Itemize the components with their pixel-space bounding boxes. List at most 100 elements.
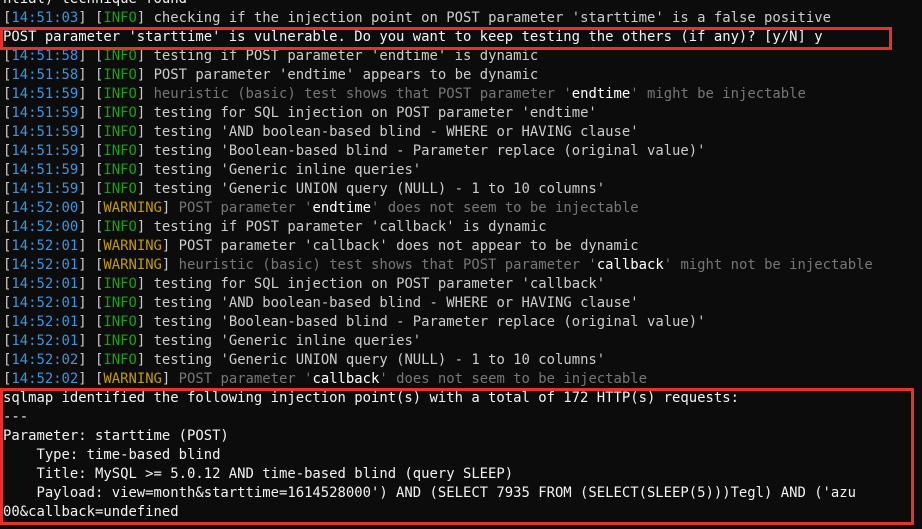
log-message-param: callback [596, 257, 664, 273]
terminal-line: [14:52:00] [WARNING] POST parameter 'end… [3, 200, 639, 216]
log-timestamp: 14:51:59 [11, 181, 79, 197]
log-level: WARNING [103, 200, 162, 216]
log-message-part: POST parameter ' [178, 371, 313, 387]
log-message-param: callback [312, 371, 380, 387]
terminal-line: Parameter: starttime (POST) [3, 427, 922, 446]
log-level: INFO [103, 10, 137, 26]
log-message-part: ' does not seem to be injectable [379, 371, 647, 387]
terminal-line: [14:52:02] [INFO] testing 'Generic UNION… [3, 352, 606, 368]
output-text: --- [3, 409, 29, 425]
log-message-param: endtime [571, 86, 631, 102]
log-message: testing 'Generic UNION query (NULL) - 1 … [153, 352, 606, 368]
terminal-line: Payload: view=month&starttime=1614528000… [3, 484, 922, 503]
terminal-line: [14:51:58] [INFO] POST parameter 'endtim… [3, 67, 539, 83]
log-level: INFO [103, 295, 137, 311]
log-message: testing if POST parameter 'callback' is … [153, 219, 547, 235]
output-text: POST parameter 'starttime' is vulnerable… [3, 29, 823, 45]
terminal-line: [14:52:01] [WARNING] POST parameter 'cal… [3, 238, 639, 254]
output-text: Payload: view=month&starttime=1614528000… [3, 485, 857, 501]
log-message-part: ' might be injectable [630, 86, 806, 102]
terminal-line: sqlmap identified the following injectio… [3, 389, 922, 408]
terminal-line: [14:51:59] [INFO] testing 'Generic inlin… [3, 162, 422, 178]
terminal-line: Title: MySQL >= 5.0.12 AND time-based bl… [3, 465, 922, 484]
terminal-line: [14:52:01] [INFO] testing 'Boolean-based… [3, 314, 706, 330]
terminal-line: --- [3, 408, 922, 427]
log-message: POST parameter 'callback' does not appea… [178, 238, 639, 254]
terminal-line: [14:51:03] [INFO] checking if the inject… [3, 10, 831, 26]
log-level: INFO [103, 276, 137, 292]
output-text: sqlmap identified the following injectio… [3, 390, 739, 406]
log-level: INFO [103, 219, 137, 235]
terminal-line: [14:51:59] [INFO] testing 'Generic UNION… [3, 181, 606, 197]
log-timestamp: 14:51:58 [11, 67, 79, 83]
log-message: testing 'Generic inline queries' [153, 333, 422, 349]
log-timestamp: 14:52:00 [11, 200, 79, 216]
log-timestamp: 14:51:59 [11, 105, 79, 121]
log-message: testing 'Boolean-based blind - Parameter… [153, 314, 706, 330]
log-timestamp: 14:51:59 [11, 86, 79, 102]
output-text: 00&callback=undefined [3, 504, 179, 520]
log-timestamp: 14:52:01 [11, 257, 79, 273]
log-message-param: endtime [312, 200, 372, 216]
terminal-line: [14:52:01] [INFO] testing 'AND boolean-b… [3, 295, 639, 311]
log-level: INFO [103, 333, 137, 349]
log-level: WARNING [103, 238, 162, 254]
log-timestamp: 14:51:59 [11, 124, 79, 140]
log-timestamp: 14:52:01 [11, 238, 79, 254]
terminal-line: [14:52:00] [INFO] testing if POST parame… [3, 219, 547, 235]
log-timestamp: 14:52:01 [11, 333, 79, 349]
log-message: testing 'Generic UNION query (NULL) - 1 … [153, 181, 606, 197]
log-level: INFO [103, 352, 137, 368]
terminal-line: 00&callback=undefined [3, 503, 922, 522]
log-message-part: ' does not seem to be injectable [371, 200, 639, 216]
terminal-line: Type: time-based blind [3, 446, 922, 465]
output-text: Type: time-based blind [3, 447, 221, 463]
log-message: POST parameter 'endtime' appears to be d… [153, 67, 539, 83]
log-message: testing 'Generic inline queries' [153, 162, 422, 178]
terminal-line: [14:52:01] [WARNING] heuristic (basic) t… [3, 257, 873, 273]
log-message: testing 'AND boolean-based blind - WHERE… [153, 295, 639, 311]
output-text: Title: MySQL >= 5.0.12 AND time-based bl… [3, 466, 514, 482]
terminal-line: [14:51:59] [INFO] testing 'AND boolean-b… [3, 124, 639, 140]
log-message: testing if POST parameter 'endtime' is d… [153, 48, 539, 64]
log-level: INFO [103, 162, 137, 178]
log-level: INFO [103, 124, 137, 140]
log-message-part: ' might not be injectable [663, 257, 873, 273]
log-timestamp: 14:51:03 [11, 10, 79, 26]
terminal-line: POST parameter 'starttime' is vulnerable… [3, 28, 922, 47]
output-text: ntial) technique found [3, 0, 187, 7]
log-level: INFO [103, 48, 137, 64]
terminal-line: [14:51:59] [INFO] heuristic (basic) test… [3, 86, 806, 102]
log-message-part: heuristic (basic) test shows that POST p… [178, 257, 597, 273]
log-level: WARNING [103, 257, 162, 273]
log-message: testing for SQL injection on POST parame… [153, 105, 597, 121]
terminal-line: [14:52:02] [WARNING] POST parameter 'cal… [3, 371, 647, 387]
log-timestamp: 14:52:02 [11, 352, 79, 368]
terminal-line: [14:52:01] [INFO] testing 'Generic inlin… [3, 333, 422, 349]
log-level: INFO [103, 86, 137, 102]
terminal-line: [14:51:59] [INFO] testing 'Boolean-based… [3, 143, 706, 159]
log-message: testing for SQL injection on POST parame… [153, 276, 606, 292]
log-level: INFO [103, 67, 137, 83]
log-level: INFO [103, 105, 137, 121]
log-timestamp: 14:52:01 [11, 295, 79, 311]
log-timestamp: 14:52:01 [11, 276, 79, 292]
log-message: testing 'AND boolean-based blind - WHERE… [153, 124, 639, 140]
log-timestamp: 14:51:59 [11, 162, 79, 178]
terminal-window[interactable]: ntial) technique found [14:51:03] [INFO] … [0, 0, 922, 529]
terminal-line: ntial) technique found [3, 0, 922, 9]
log-message-part: POST parameter ' [178, 200, 313, 216]
log-timestamp: 14:52:02 [11, 371, 79, 387]
terminal-line: [14:51:58] [INFO] testing if POST parame… [3, 48, 539, 64]
log-message: testing 'Boolean-based blind - Parameter… [153, 143, 706, 159]
log-timestamp: 14:52:00 [11, 219, 79, 235]
log-timestamp: 14:51:59 [11, 143, 79, 159]
output-text: Parameter: starttime (POST) [3, 428, 229, 444]
log-timestamp: 14:51:58 [11, 48, 79, 64]
log-timestamp: 14:52:01 [11, 314, 79, 330]
log-level: INFO [103, 143, 137, 159]
log-level: INFO [103, 314, 137, 330]
log-message: checking if the injection point on POST … [153, 10, 831, 26]
terminal-line: [14:52:01] [INFO] testing for SQL inject… [3, 276, 606, 292]
log-message-part: heuristic (basic) test shows that POST p… [153, 86, 572, 102]
